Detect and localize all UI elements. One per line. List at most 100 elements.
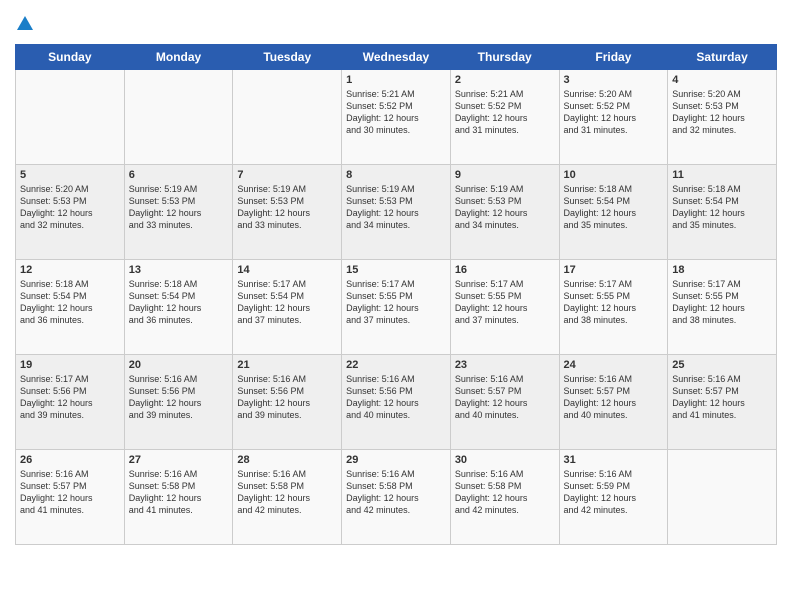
day-number: 16 (455, 264, 555, 276)
logo (15, 10, 33, 36)
calendar-cell (668, 450, 777, 545)
day-number: 2 (455, 74, 555, 86)
day-number: 7 (237, 169, 337, 181)
cell-content: Sunrise: 5:17 AM Sunset: 5:55 PM Dayligh… (346, 278, 446, 327)
calendar-cell: 1 Sunrise: 5:21 AM Sunset: 5:52 PM Daylig… (342, 70, 451, 165)
day-number: 12 (20, 264, 120, 276)
day-number: 11 (672, 169, 772, 181)
calendar-cell: 9 Sunrise: 5:19 AM Sunset: 5:53 PM Daylig… (450, 165, 559, 260)
day-number: 22 (346, 359, 446, 371)
day-number: 27 (129, 454, 229, 466)
calendar-cell: 12 Sunrise: 5:18 AM Sunset: 5:54 PM Dayli… (16, 260, 125, 355)
calendar-cell: 14 Sunrise: 5:17 AM Sunset: 5:54 PM Dayli… (233, 260, 342, 355)
cell-content: Sunrise: 5:16 AM Sunset: 5:57 PM Dayligh… (20, 468, 120, 517)
cell-content: Sunrise: 5:16 AM Sunset: 5:57 PM Dayligh… (672, 373, 772, 422)
cell-content: Sunrise: 5:20 AM Sunset: 5:53 PM Dayligh… (672, 88, 772, 137)
day-number: 28 (237, 454, 337, 466)
calendar-week-4: 19 Sunrise: 5:17 AM Sunset: 5:56 PM Dayli… (16, 355, 777, 450)
day-number: 15 (346, 264, 446, 276)
calendar-cell: 22 Sunrise: 5:16 AM Sunset: 5:56 PM Dayli… (342, 355, 451, 450)
calendar-week-3: 12 Sunrise: 5:18 AM Sunset: 5:54 PM Dayli… (16, 260, 777, 355)
logo-text (15, 10, 33, 36)
header-wednesday: Wednesday (342, 45, 451, 70)
calendar-cell: 6 Sunrise: 5:19 AM Sunset: 5:53 PM Daylig… (124, 165, 233, 260)
calendar-cell: 28Sunrise: 5:16 AM Sunset: 5:58 PM Dayli… (233, 450, 342, 545)
cell-content: Sunrise: 5:16 AM Sunset: 5:59 PM Dayligh… (564, 468, 664, 517)
calendar-cell: 24Sunrise: 5:16 AM Sunset: 5:57 PM Dayli… (559, 355, 668, 450)
cell-content: Sunrise: 5:19 AM Sunset: 5:53 PM Dayligh… (237, 183, 337, 232)
cell-content: Sunrise: 5:17 AM Sunset: 5:56 PM Dayligh… (20, 373, 120, 422)
calendar-cell: 29Sunrise: 5:16 AM Sunset: 5:58 PM Dayli… (342, 450, 451, 545)
cell-content: Sunrise: 5:18 AM Sunset: 5:54 PM Dayligh… (564, 183, 664, 232)
cell-content: Sunrise: 5:19 AM Sunset: 5:53 PM Dayligh… (129, 183, 229, 232)
calendar-cell: 27Sunrise: 5:16 AM Sunset: 5:58 PM Dayli… (124, 450, 233, 545)
calendar-cell: 19 Sunrise: 5:17 AM Sunset: 5:56 PM Dayli… (16, 355, 125, 450)
calendar-cell: 30 Sunrise: 5:16 AM Sunset: 5:58 PM Dayli… (450, 450, 559, 545)
cell-content: Sunrise: 5:21 AM Sunset: 5:52 PM Dayligh… (346, 88, 446, 137)
header-friday: Friday (559, 45, 668, 70)
day-number: 10 (564, 169, 664, 181)
day-number: 20 (129, 359, 229, 371)
day-number: 9 (455, 169, 555, 181)
cell-content: Sunrise: 5:18 AM Sunset: 5:54 PM Dayligh… (672, 183, 772, 232)
day-number: 18 (672, 264, 772, 276)
header-tuesday: Tuesday (233, 45, 342, 70)
header-saturday: Saturday (668, 45, 777, 70)
calendar-week-5: 26 Sunrise: 5:16 AM Sunset: 5:57 PM Dayli… (16, 450, 777, 545)
calendar-cell: 11 Sunrise: 5:18 AM Sunset: 5:54 PM Dayli… (668, 165, 777, 260)
cell-content: Sunrise: 5:20 AM Sunset: 5:53 PM Dayligh… (20, 183, 120, 232)
calendar-cell: 23 Sunrise: 5:16 AM Sunset: 5:57 PM Dayli… (450, 355, 559, 450)
calendar-cell: 10 Sunrise: 5:18 AM Sunset: 5:54 PM Dayli… (559, 165, 668, 260)
day-number: 4 (672, 74, 772, 86)
cell-content: Sunrise: 5:17 AM Sunset: 5:55 PM Dayligh… (455, 278, 555, 327)
cell-content: Sunrise: 5:16 AM Sunset: 5:57 PM Dayligh… (564, 373, 664, 422)
calendar-cell: 31Sunrise: 5:16 AM Sunset: 5:59 PM Dayli… (559, 450, 668, 545)
cell-content: Sunrise: 5:17 AM Sunset: 5:55 PM Dayligh… (564, 278, 664, 327)
calendar-week-1: 1 Sunrise: 5:21 AM Sunset: 5:52 PM Daylig… (16, 70, 777, 165)
calendar-cell: 2 Sunrise: 5:21 AM Sunset: 5:52 PM Daylig… (450, 70, 559, 165)
cell-content: Sunrise: 5:17 AM Sunset: 5:55 PM Dayligh… (672, 278, 772, 327)
cell-content: Sunrise: 5:16 AM Sunset: 5:58 PM Dayligh… (455, 468, 555, 517)
cell-content: Sunrise: 5:19 AM Sunset: 5:53 PM Dayligh… (455, 183, 555, 232)
calendar-cell: 17Sunrise: 5:17 AM Sunset: 5:55 PM Dayli… (559, 260, 668, 355)
header-sunday: Sunday (16, 45, 125, 70)
cell-content: Sunrise: 5:16 AM Sunset: 5:56 PM Dayligh… (129, 373, 229, 422)
cell-content: Sunrise: 5:16 AM Sunset: 5:58 PM Dayligh… (346, 468, 446, 517)
day-number: 25 (672, 359, 772, 371)
calendar-cell: 16 Sunrise: 5:17 AM Sunset: 5:55 PM Dayli… (450, 260, 559, 355)
calendar-cell: 18 Sunrise: 5:17 AM Sunset: 5:55 PM Dayli… (668, 260, 777, 355)
calendar-cell: 7 Sunrise: 5:19 AM Sunset: 5:53 PM Daylig… (233, 165, 342, 260)
calendar-cell (124, 70, 233, 165)
day-number: 13 (129, 264, 229, 276)
day-number: 30 (455, 454, 555, 466)
calendar-cell: 8Sunrise: 5:19 AM Sunset: 5:53 PM Daylig… (342, 165, 451, 260)
day-number: 21 (237, 359, 337, 371)
calendar-cell: 13 Sunrise: 5:18 AM Sunset: 5:54 PM Dayli… (124, 260, 233, 355)
day-number: 6 (129, 169, 229, 181)
calendar-cell: 15 Sunrise: 5:17 AM Sunset: 5:55 PM Dayli… (342, 260, 451, 355)
cell-content: Sunrise: 5:18 AM Sunset: 5:54 PM Dayligh… (129, 278, 229, 327)
calendar-cell: 3 Sunrise: 5:20 AM Sunset: 5:52 PM Daylig… (559, 70, 668, 165)
calendar-table: SundayMondayTuesdayWednesdayThursdayFrid… (15, 44, 777, 545)
calendar-cell: 5Sunrise: 5:20 AM Sunset: 5:53 PM Daylig… (16, 165, 125, 260)
cell-content: Sunrise: 5:17 AM Sunset: 5:54 PM Dayligh… (237, 278, 337, 327)
page-header (15, 10, 777, 36)
calendar-cell: 21 Sunrise: 5:16 AM Sunset: 5:56 PM Dayli… (233, 355, 342, 450)
day-number: 14 (237, 264, 337, 276)
cell-content: Sunrise: 5:16 AM Sunset: 5:56 PM Dayligh… (237, 373, 337, 422)
cell-content: Sunrise: 5:19 AM Sunset: 5:53 PM Dayligh… (346, 183, 446, 232)
day-number: 26 (20, 454, 120, 466)
cell-content: Sunrise: 5:21 AM Sunset: 5:52 PM Dayligh… (455, 88, 555, 137)
cell-content: Sunrise: 5:16 AM Sunset: 5:57 PM Dayligh… (455, 373, 555, 422)
header-monday: Monday (124, 45, 233, 70)
day-number: 3 (564, 74, 664, 86)
day-number: 23 (455, 359, 555, 371)
cell-content: Sunrise: 5:18 AM Sunset: 5:54 PM Dayligh… (20, 278, 120, 327)
day-number: 1 (346, 74, 446, 86)
cell-content: Sunrise: 5:20 AM Sunset: 5:52 PM Dayligh… (564, 88, 664, 137)
day-number: 19 (20, 359, 120, 371)
cell-content: Sunrise: 5:16 AM Sunset: 5:56 PM Dayligh… (346, 373, 446, 422)
header-thursday: Thursday (450, 45, 559, 70)
calendar-cell (16, 70, 125, 165)
calendar-header-row: SundayMondayTuesdayWednesdayThursdayFrid… (16, 45, 777, 70)
